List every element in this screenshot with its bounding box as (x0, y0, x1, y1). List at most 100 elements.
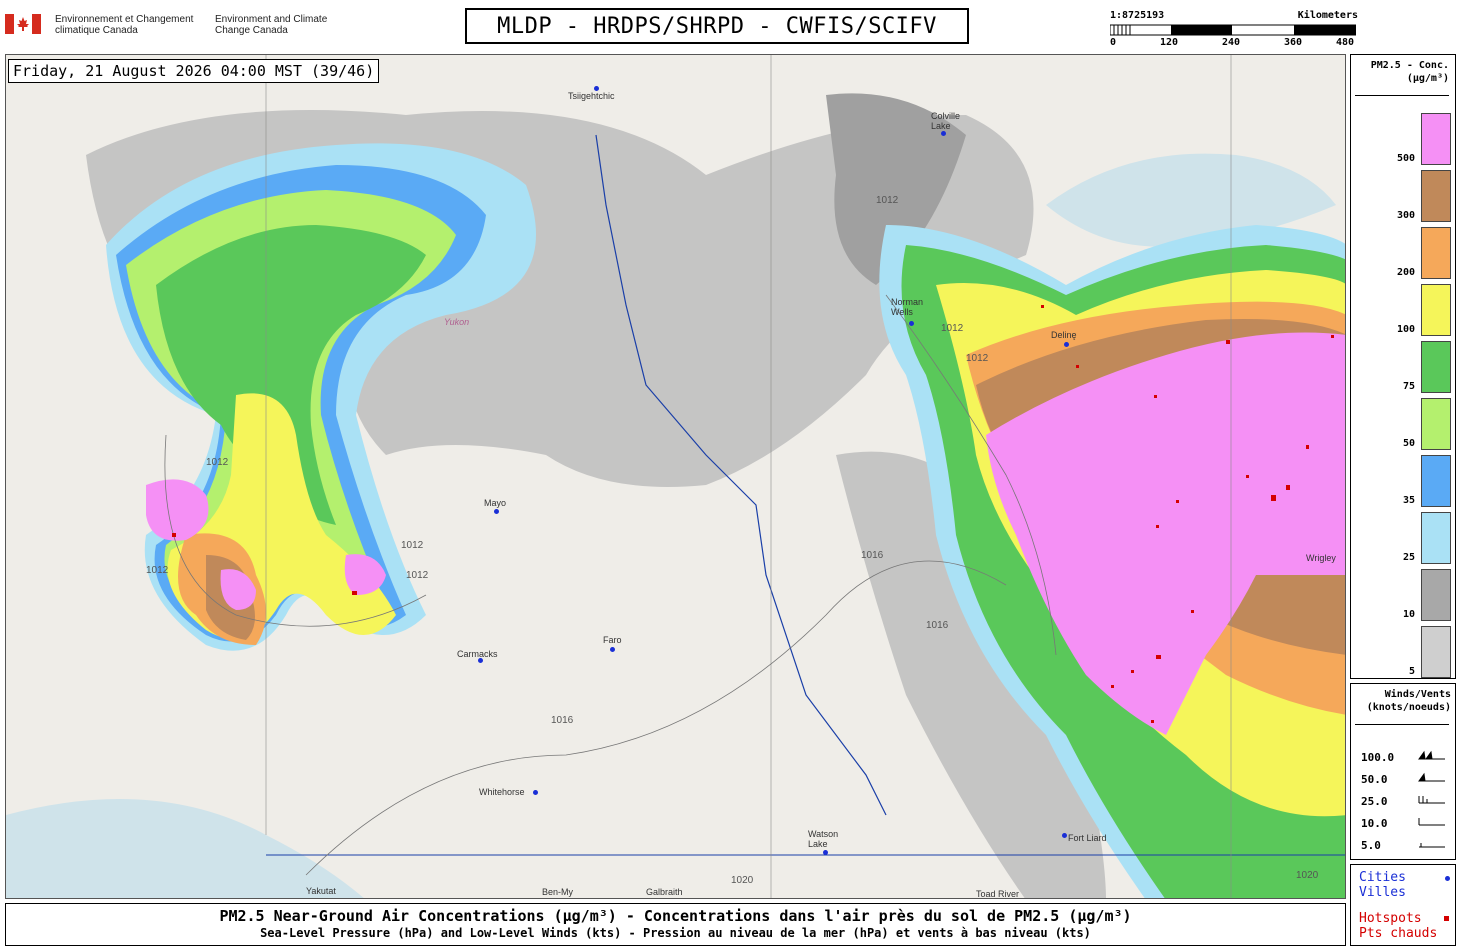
legend-label: 10 (1402, 609, 1415, 620)
hotspot (1156, 655, 1161, 659)
isobar-label: 1020 (1296, 870, 1319, 881)
legend-label: 300 (1396, 210, 1415, 221)
forecast-datetime: Friday, 21 August 2026 04:00 MST (39/46) (8, 59, 380, 83)
wind-speed-label: 25.0 (1361, 795, 1388, 808)
city-dot[interactable] (610, 647, 615, 652)
hotspot-icon (1444, 916, 1449, 921)
isobar-label: 1016 (551, 715, 574, 726)
scale-tick-360: 360 (1284, 37, 1303, 48)
legend-swatch (1421, 398, 1451, 450)
scale-ratio: 1:8725193 (1110, 10, 1165, 21)
legend-label: 75 (1402, 381, 1415, 392)
hotspot (1156, 525, 1159, 528)
wind-row-100: 100.0 (1361, 751, 1394, 764)
hotspot (1151, 720, 1154, 723)
winds-divider (1355, 724, 1449, 725)
isobar-label: 1012 (406, 570, 429, 581)
legend-label: 35 (1402, 495, 1415, 506)
scale-tick-240: 240 (1222, 37, 1241, 48)
isobar-label: 1012 (401, 540, 424, 551)
wind-barb-icons (1418, 750, 1445, 848)
wind-speed-label: 100.0 (1361, 751, 1395, 764)
city-dot[interactable] (823, 850, 828, 855)
hotspot (1191, 610, 1194, 613)
city-dot-icon (1445, 876, 1450, 881)
city-dot[interactable] (941, 131, 946, 136)
isobar-label: 1012 (966, 353, 989, 364)
map-key: Cities Villes Hotspots Pts chauds (1350, 864, 1456, 946)
wind-row-50: 50.0 (1361, 773, 1388, 786)
hotspot (1176, 500, 1179, 503)
wind-row-5: 5.0 (1361, 839, 1381, 852)
city-label: Delinę (1051, 330, 1077, 340)
city-label: Ben-My (542, 887, 574, 897)
concentration-legend: PM2.5 - Conc. (µg/m³) 500 300 200 100 75 50 35… (1350, 54, 1456, 679)
city-label: Norman Wells (891, 297, 924, 317)
city-label: Colville Lake (931, 111, 961, 131)
product-title-text: MLDP - HRDPS/SHRPD - CWFIS/SCIFV (497, 13, 937, 39)
legend-title-line1: PM2.5 - Conc. (1370, 60, 1449, 71)
hotspot (172, 533, 176, 537)
city-label: Faro (603, 635, 622, 645)
hotspot (1226, 340, 1230, 344)
hotspots-key-en: Hotspots (1359, 911, 1422, 926)
cities-key-en: Cities (1359, 870, 1406, 885)
city-label: Fort Liard (1068, 833, 1107, 843)
city-label: Tsiigehtchic (568, 91, 615, 101)
legend-title: PM2.5 - Conc. (µg/m³) (1351, 59, 1455, 85)
city-dot[interactable] (1062, 833, 1067, 838)
wind-speed-label: 50.0 (1361, 773, 1388, 786)
legend-swatch (1421, 284, 1451, 336)
legend-title-line2: (µg/m³) (1406, 73, 1449, 84)
legend-swatch (1421, 113, 1451, 165)
dispersion-map[interactable]: 1012 1012 1012 1012 1012 1012 1012 1016 … (5, 54, 1346, 899)
scale-tick-0: 0 (1110, 37, 1117, 48)
cities-key-fr: Villes (1359, 885, 1406, 900)
legend-label: 5 (1408, 666, 1415, 677)
city-label: Wrigley (1306, 553, 1336, 563)
legend-swatch (1421, 341, 1451, 393)
city-label: Whitehorse (479, 787, 525, 797)
wind-row-10: 10.0 (1361, 817, 1388, 830)
legend-swatch (1421, 569, 1451, 621)
hotspot (1246, 475, 1249, 478)
legend-swatch (1421, 227, 1451, 279)
winds-title-line2: (knots/noeuds) (1366, 702, 1451, 713)
scale-tick-480: 480 (1336, 37, 1355, 48)
hotspot (1271, 495, 1276, 501)
city-label: Toad River (976, 889, 1020, 899)
legend-label: 100 (1396, 324, 1415, 335)
caption-line2: Sea-Level Pressure (hPa) and Low-Level W… (260, 926, 1091, 940)
ocean-water (6, 799, 364, 898)
isobar-label: 1012 (876, 195, 899, 206)
hotspot (1286, 485, 1290, 490)
city-dot[interactable] (494, 509, 499, 514)
map-canvas (6, 55, 1345, 898)
scale-unit: Kilometers (1297, 10, 1358, 21)
city-dot[interactable] (1064, 342, 1069, 347)
city-dot[interactable] (533, 790, 538, 795)
winds-title: Winds/Vents (knots/noeuds) (1351, 688, 1455, 714)
canada-flag-icon (5, 14, 41, 34)
gov-name-english: Environment and Climate Change Canada (215, 14, 328, 36)
isobar-label: 1016 (861, 550, 884, 561)
wind-speed-label: 5.0 (1361, 839, 1381, 852)
legend-label: 50 (1402, 438, 1415, 449)
city-label: Watson Lake (808, 829, 839, 849)
legend-swatch (1421, 626, 1451, 678)
map-caption: PM2.5 Near-Ground Air Concentrations (µg… (5, 903, 1346, 946)
isobar-label: 1012 (206, 457, 229, 468)
winds-title-line1: Winds/Vents (1384, 689, 1451, 700)
city-dot[interactable] (909, 321, 914, 326)
hotspot (1306, 445, 1309, 449)
isobar-label: 1020 (731, 875, 754, 886)
scale-tick-120: 120 (1160, 37, 1179, 48)
product-title: MLDP - HRDPS/SHRPD - CWFIS/SCIFV (465, 8, 969, 44)
region-label-yukon: Yukon (444, 317, 470, 327)
city-label: Galbraith (646, 887, 683, 897)
isobar-label: 1012 (941, 323, 964, 334)
legend-swatch (1421, 455, 1451, 507)
legend-label: 200 (1396, 267, 1415, 278)
hotspot (352, 591, 357, 595)
hotspot (1331, 335, 1334, 338)
